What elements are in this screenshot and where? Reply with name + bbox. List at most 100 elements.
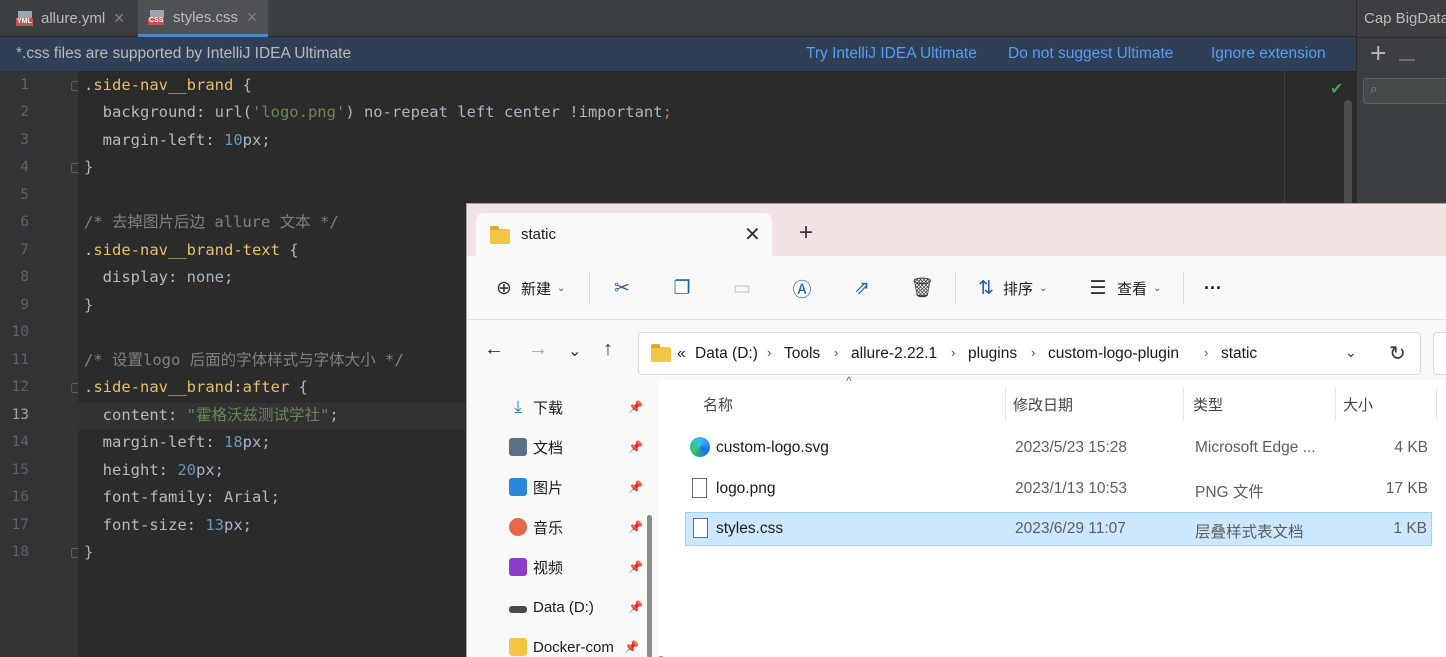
line-number: 5 — [20, 187, 29, 203]
pin-icon[interactable]: 📌 — [628, 400, 643, 414]
explorer-search-input[interactable] — [1433, 332, 1446, 375]
chevron-down-icon[interactable]: ⌄ — [1345, 344, 1357, 361]
line-number: 15 — [11, 462, 29, 478]
file-type: Microsoft Edge ... — [1195, 439, 1316, 456]
sidebar-item-data-drive[interactable]: Data (D:) 📌 — [509, 587, 643, 627]
line-number: 2 — [20, 104, 29, 120]
line-number: 10 — [11, 324, 29, 340]
breadcrumb-allure[interactable]: allure-2.22.1 — [851, 345, 937, 363]
tab-allure-yml[interactable]: YML allure.yml ✕ — [0, 0, 134, 37]
up-arrow-icon[interactable]: ↑ — [603, 338, 613, 361]
more-button[interactable]: ··· — [1204, 256, 1222, 320]
rename-button[interactable]: Ⓐ — [791, 256, 813, 320]
file-name: logo.png — [716, 480, 776, 497]
share-icon: ⇗ — [854, 277, 870, 299]
sidebar-item-music[interactable]: 音乐 📌 — [509, 507, 643, 547]
trash-icon: 🗑 — [909, 278, 935, 299]
column-header-name[interactable]: 名称 — [703, 394, 733, 415]
column-divider[interactable] — [1335, 388, 1336, 420]
drive-icon — [509, 606, 527, 613]
address-bar[interactable]: « Data (D:) › Tools › allure-2.22.1 › pl… — [638, 332, 1421, 375]
file-size: 1 KB — [1393, 520, 1427, 537]
column-header-size[interactable]: 大小 — [1343, 394, 1373, 415]
close-icon[interactable]: ✕ — [113, 10, 125, 27]
column-header-type[interactable]: 类型 — [1193, 394, 1223, 415]
breadcrumb-data-d[interactable]: Data (D:) — [695, 345, 758, 363]
banner-message: *.css files are supported by IntelliJ ID… — [16, 45, 352, 62]
close-icon[interactable]: ✕ — [246, 9, 258, 26]
code-line-8: display: none; — [84, 268, 234, 286]
new-button[interactable]: ⊕ 新建 ⌄ — [493, 256, 565, 320]
back-arrow-icon[interactable]: ← — [484, 338, 504, 361]
delete-button[interactable]: 🗑 — [909, 256, 935, 320]
pin-icon[interactable]: 📌 — [628, 440, 643, 454]
editor-scrollbar[interactable] — [1344, 100, 1352, 205]
explorer-nav-bar: ← → ⌄ ↑ « Data (D:) › Tools › allure-2.2… — [467, 320, 1446, 380]
pin-icon[interactable]: 📌 — [628, 520, 643, 534]
view-list-icon: ☰ — [1089, 277, 1107, 299]
folder-icon — [651, 344, 671, 362]
add-icon[interactable]: + — [1369, 41, 1387, 66]
breadcrumb-custom-logo-plugin[interactable]: custom-logo-plugin — [1048, 345, 1179, 363]
paste-button[interactable]: ▭ — [731, 256, 753, 320]
tab-styles-css[interactable]: CSS styles.css ✕ — [138, 0, 268, 37]
pin-icon[interactable]: 📌 — [628, 600, 643, 614]
file-row-styles-css[interactable]: styles.css 2023/6/29 11:07 层叠样式表文档 1 KB — [685, 512, 1432, 546]
new-tab-icon[interactable]: + — [799, 219, 813, 247]
sort-button[interactable]: ⇅ 排序 ⌄ — [975, 256, 1047, 320]
line-number: 11 — [11, 352, 29, 368]
breadcrumb-static[interactable]: static — [1221, 345, 1257, 363]
column-divider[interactable] — [1183, 388, 1184, 420]
try-ultimate-link[interactable]: Try IntelliJ IDEA Ultimate — [806, 45, 977, 63]
explorer-nav-pane: ⤓ 下载 📌 文档 📌 图片 📌 音乐 📌 视频 📌 Data (D:) � — [467, 380, 659, 657]
breadcrumb-plugins[interactable]: plugins — [968, 345, 1017, 363]
pin-icon[interactable]: 📌 — [628, 560, 643, 574]
explorer-tab-static[interactable]: static ✕ — [476, 213, 772, 256]
column-divider[interactable] — [1005, 388, 1006, 420]
chevron-down-icon: ⌄ — [1153, 282, 1162, 294]
code-line-14: margin-left: 18px; — [84, 433, 271, 451]
forward-arrow-icon[interactable]: → — [528, 338, 548, 361]
chevron-right-icon: › — [834, 345, 839, 360]
side-panel-toolbar: + — [1357, 37, 1446, 73]
file-type: 层叠样式表文档 — [1195, 524, 1304, 541]
file-row-custom-logo-svg[interactable]: custom-logo.svg 2023/5/23 15:28 Microsof… — [685, 431, 1432, 465]
nav-pane-scrollbar[interactable] — [647, 515, 652, 657]
chevron-right-icon: › — [1204, 345, 1209, 360]
tab-label: allure.yml — [41, 10, 106, 27]
code-line-2: background: url('logo.png') no-repeat le… — [84, 103, 672, 121]
ignore-extension-link[interactable]: Ignore extension — [1211, 45, 1326, 63]
cut-button[interactable]: ✂ — [611, 256, 633, 320]
document-icon — [509, 438, 527, 456]
column-divider[interactable] — [1436, 388, 1437, 420]
breadcrumb-overflow[interactable]: « — [677, 345, 686, 363]
chevron-right-icon: › — [767, 345, 772, 360]
pin-icon[interactable]: 📌 — [624, 640, 639, 654]
sidebar-item-videos[interactable]: 视频 📌 — [509, 547, 643, 587]
sidebar-item-label: 下载 — [533, 399, 564, 417]
file-type: PNG 文件 — [1195, 484, 1264, 501]
copy-button[interactable]: ❐ — [671, 256, 693, 320]
code-line-17: font-size: 13px; — [84, 516, 252, 534]
refresh-icon[interactable]: ↻ — [1389, 341, 1406, 366]
side-search-input[interactable]: ⌕ — [1363, 78, 1446, 104]
css-file-icon: CSS — [148, 9, 166, 25]
sidebar-item-documents[interactable]: 文档 📌 — [509, 427, 643, 467]
close-icon[interactable]: ✕ — [744, 222, 761, 247]
sidebar-item-docker[interactable]: Docker-com 📌 — [509, 627, 661, 657]
do-not-suggest-link[interactable]: Do not suggest Ultimate — [1008, 45, 1173, 63]
pin-icon[interactable]: 📌 — [628, 480, 643, 494]
column-header-modified[interactable]: 修改日期 — [1013, 394, 1073, 415]
breadcrumb-tools[interactable]: Tools — [784, 345, 820, 363]
sidebar-item-pictures[interactable]: 图片 📌 — [509, 467, 643, 507]
view-button[interactable]: ☰ 查看 ⌄ — [1087, 256, 1161, 320]
recent-chevron-icon[interactable]: ⌄ — [568, 341, 581, 361]
edit-icon[interactable] — [1399, 45, 1415, 61]
css-file-icon — [693, 518, 708, 538]
picture-icon — [509, 478, 527, 496]
share-button[interactable]: ⇗ — [851, 256, 873, 320]
sidebar-item-downloads[interactable]: ⤓ 下载 📌 — [509, 387, 643, 427]
view-label: 查看 — [1117, 280, 1148, 298]
file-row-logo-png[interactable]: logo.png 2023/1/13 10:53 PNG 文件 17 KB — [685, 472, 1432, 506]
scissors-icon: ✂ — [614, 277, 630, 299]
